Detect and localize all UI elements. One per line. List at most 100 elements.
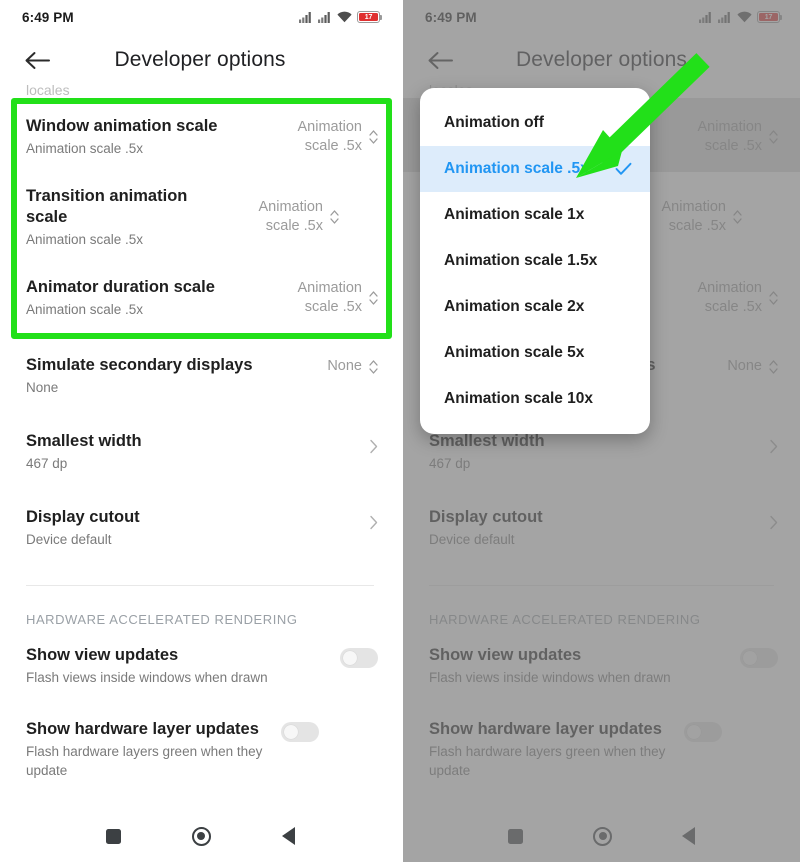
recents-square-icon[interactable]	[508, 828, 523, 844]
row-title: Show hardware layer updates	[429, 720, 662, 738]
updown-icon[interactable]	[769, 359, 778, 375]
dialog-option-label: Animation scale 10x	[444, 390, 594, 407]
dialog-option-animation-scale-1point5x[interactable]: Animation scale 1.5x	[420, 238, 650, 284]
status-icon-group: 17	[699, 11, 783, 23]
row-control[interactable]: None	[327, 355, 378, 376]
row-value: None	[727, 358, 762, 374]
row-control[interactable]: Animation scale .5x	[231, 186, 339, 236]
updown-icon[interactable]	[369, 359, 378, 375]
row-value: Animation scale .5x	[697, 280, 762, 315]
row-text-block: Show hardware layer updates Flash hardwa…	[26, 719, 281, 780]
row-subtitle: Animation scale .5x	[26, 141, 144, 156]
setting-row-transition-animation-scale[interactable]: Transition animation scale Animation sca…	[0, 172, 400, 263]
row-text-block: Show hardware layer updates Flash hardwa…	[429, 719, 684, 780]
status-bar: 6:49 PM 17	[0, 0, 400, 34]
row-title: Transition animation scale	[26, 187, 188, 226]
row-control[interactable]: Animation scale .5x	[270, 116, 378, 156]
row-text-block: Display cutout Device default	[26, 507, 369, 549]
back-arrow-icon[interactable]	[16, 39, 58, 81]
row-title: Window animation scale	[26, 117, 218, 135]
status-bar: 6:49 PM 17	[403, 0, 800, 34]
row-text-block: Window animation scale Animation scale .…	[26, 116, 270, 158]
setting-row-smallest-width[interactable]: Smallest width 467 dp	[0, 411, 400, 487]
dialog-option-animation-scale-10x[interactable]: Animation scale 10x	[420, 376, 650, 422]
setting-row-display-cutout[interactable]: Display cutout Device default	[0, 487, 400, 563]
row-control[interactable]	[369, 431, 378, 454]
updown-icon[interactable]	[369, 290, 378, 306]
row-title: Smallest width	[429, 432, 545, 450]
row-value: Animation scale .5x	[297, 119, 362, 154]
page-title: Developer options	[516, 48, 687, 71]
toggle-show-view-updates[interactable]	[740, 648, 778, 668]
back-triangle-icon[interactable]	[682, 827, 695, 845]
wifi-icon	[737, 11, 752, 23]
setting-row-display-cutout[interactable]: Display cutout Device default	[403, 487, 800, 563]
row-subtitle: Flash views inside windows when drawn	[429, 670, 671, 685]
row-value: Animation scale .5x	[297, 280, 362, 315]
row-subtitle: 467 dp	[429, 456, 471, 471]
dialog-option-animation-scale-5x[interactable]: Animation scale 5x	[420, 330, 650, 376]
chevron-right-icon[interactable]	[769, 515, 778, 530]
row-control[interactable]: Animation scale .5x	[670, 277, 778, 317]
row-title: Show view updates	[26, 646, 179, 664]
row-subtitle: Flash views inside windows when drawn	[26, 670, 268, 685]
updown-icon[interactable]	[330, 209, 339, 225]
home-circle-icon[interactable]	[593, 826, 612, 846]
dialog-option-animation-scale-1x[interactable]: Animation scale 1x	[420, 192, 650, 238]
row-subtitle: Device default	[26, 532, 112, 547]
setting-row-show-hardware-layer-updates[interactable]: Show hardware layer updates Flash hardwa…	[403, 701, 800, 794]
dialog-option-label: Animation scale 5x	[444, 344, 585, 361]
signal-bars-icon	[718, 12, 730, 23]
row-text-block: Animator duration scale Animation scale …	[26, 277, 270, 319]
dialog-option-animation-off[interactable]: Animation off	[420, 100, 650, 146]
toggle-show-hardware-layer-updates[interactable]	[684, 722, 722, 742]
updown-icon[interactable]	[769, 290, 778, 306]
dialog-option-label: Animation scale .5x	[444, 160, 589, 177]
animation-scale-dialog[interactable]: Animation off Animation scale .5x Animat…	[420, 88, 650, 434]
row-control[interactable]	[769, 507, 778, 530]
updown-icon[interactable]	[769, 129, 778, 145]
row-control[interactable]: Animation scale .5x	[270, 277, 378, 317]
updown-icon[interactable]	[369, 129, 378, 145]
home-circle-icon[interactable]	[191, 826, 211, 846]
row-text-block: Display cutout Device default	[429, 507, 769, 549]
setting-row-window-animation-scale[interactable]: Window animation scale Animation scale .…	[0, 98, 400, 172]
row-subtitle: Device default	[429, 532, 515, 547]
updown-icon[interactable]	[733, 209, 742, 225]
setting-row-show-hardware-layer-updates[interactable]: Show hardware layer updates Flash hardwa…	[0, 701, 400, 794]
row-control[interactable]: Animation scale .5x	[634, 186, 742, 236]
row-text-block: Show view updates Flash views inside win…	[26, 645, 340, 687]
chevron-right-icon[interactable]	[369, 439, 378, 454]
dialog-option-label: Animation off	[444, 114, 544, 131]
setting-row-animator-duration-scale[interactable]: Animator duration scale Animation scale …	[0, 263, 400, 333]
app-bar: Developer options	[0, 34, 400, 86]
phone-screen-right: 6:49 PM 17 Developer options Animation s…	[400, 0, 800, 862]
status-icon-group: 17	[299, 11, 383, 23]
chevron-right-icon[interactable]	[769, 439, 778, 454]
section-header-hardware-accelerated-rendering: HARDWARE ACCELERATED RENDERING	[26, 612, 298, 627]
wifi-icon	[337, 11, 352, 23]
row-value: Animation scale .5x	[697, 119, 762, 154]
setting-row-simulate-secondary-displays[interactable]: Simulate secondary displays None None	[0, 333, 400, 411]
setting-row-show-view-updates[interactable]: Show view updates Flash views inside win…	[403, 631, 800, 701]
row-control[interactable]: None	[727, 355, 778, 376]
row-control[interactable]: Animation scale .5x	[670, 116, 778, 156]
status-clock: 6:49 PM	[22, 9, 74, 25]
toggle-show-hardware-layer-updates[interactable]	[281, 722, 319, 742]
back-triangle-icon[interactable]	[281, 827, 295, 845]
back-arrow-icon[interactable]	[419, 39, 461, 81]
dialog-option-animation-scale-point5x[interactable]: Animation scale .5x	[420, 146, 650, 192]
setting-row-show-view-updates[interactable]: Show view updates Flash views inside win…	[0, 631, 400, 701]
battery-level-text: 17	[764, 13, 773, 21]
chevron-right-icon[interactable]	[369, 515, 378, 530]
row-control[interactable]	[769, 431, 778, 454]
row-control[interactable]	[369, 507, 378, 530]
dialog-option-animation-scale-2x[interactable]: Animation scale 2x	[420, 284, 650, 330]
dialog-option-label: Animation scale 1x	[444, 206, 585, 223]
settings-list[interactable]: locales Window animation scale Animation…	[0, 84, 400, 794]
recents-square-icon[interactable]	[105, 828, 121, 844]
row-subtitle: Animation scale .5x	[26, 232, 144, 247]
battery-icon: 17	[757, 11, 783, 23]
toggle-show-view-updates[interactable]	[340, 648, 378, 668]
page-title: Developer options	[114, 48, 286, 71]
